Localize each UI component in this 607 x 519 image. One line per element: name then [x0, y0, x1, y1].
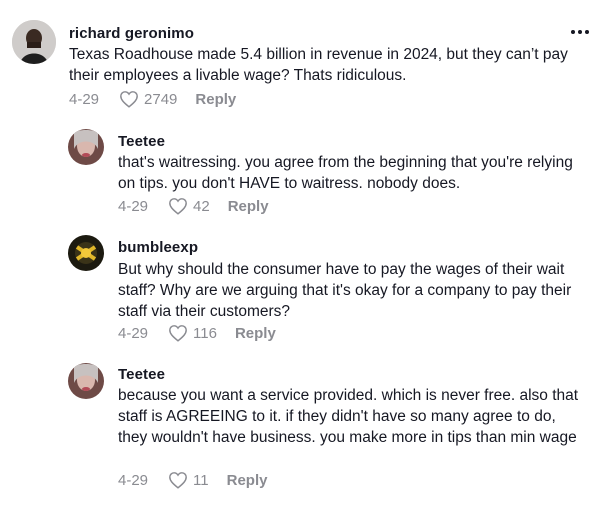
- more-options-icon[interactable]: [571, 30, 589, 34]
- comment-meta: 4-29 2749 Reply: [69, 90, 236, 108]
- like-count: 2749: [144, 90, 178, 108]
- comment-date: 4-29: [118, 324, 149, 342]
- next-comment-peek: [118, 511, 318, 519]
- like-button[interactable]: 2749: [119, 90, 177, 108]
- comment-date: 4-29: [118, 197, 149, 215]
- comment-meta: 4-29 42 Reply: [118, 197, 269, 215]
- comment-username[interactable]: bumbleexp: [118, 239, 198, 256]
- reply-button[interactable]: Reply: [227, 472, 268, 489]
- reply-button[interactable]: Reply: [195, 91, 236, 108]
- comment-date: 4-29: [118, 471, 149, 489]
- reply-button[interactable]: Reply: [235, 325, 276, 342]
- heart-outline-icon: [169, 325, 187, 342]
- comment-username[interactable]: Teetee: [118, 366, 165, 383]
- heart-outline-icon: [120, 91, 138, 108]
- comment-username[interactable]: Teetee: [118, 133, 165, 150]
- comment-date: 4-29: [69, 90, 100, 108]
- comment-meta: 4-29 116 Reply: [118, 324, 276, 342]
- like-count: 116: [193, 324, 217, 342]
- like-button[interactable]: 42: [168, 197, 210, 215]
- avatar[interactable]: [68, 235, 104, 271]
- like-button[interactable]: 11: [168, 471, 209, 489]
- heart-outline-icon: [169, 472, 187, 489]
- comment-text: because you want a service provided. whi…: [118, 387, 579, 446]
- comment-text: But why should the consumer have to pay …: [118, 261, 572, 320]
- comment-username[interactable]: richard geronimo: [69, 25, 194, 42]
- comment-meta: 4-29 11 Reply: [118, 471, 267, 489]
- heart-outline-icon: [169, 198, 187, 215]
- like-count: 11: [193, 471, 209, 489]
- like-button[interactable]: 116: [168, 324, 217, 342]
- comment-text: that's waitressing. you agree from the b…: [118, 154, 573, 192]
- avatar[interactable]: [68, 129, 104, 165]
- avatar[interactable]: [68, 363, 104, 399]
- comment-text: Texas Roadhouse made 5.4 billion in reve…: [69, 46, 568, 84]
- like-count: 42: [193, 197, 210, 215]
- avatar[interactable]: [12, 20, 56, 64]
- reply-button[interactable]: Reply: [228, 198, 269, 215]
